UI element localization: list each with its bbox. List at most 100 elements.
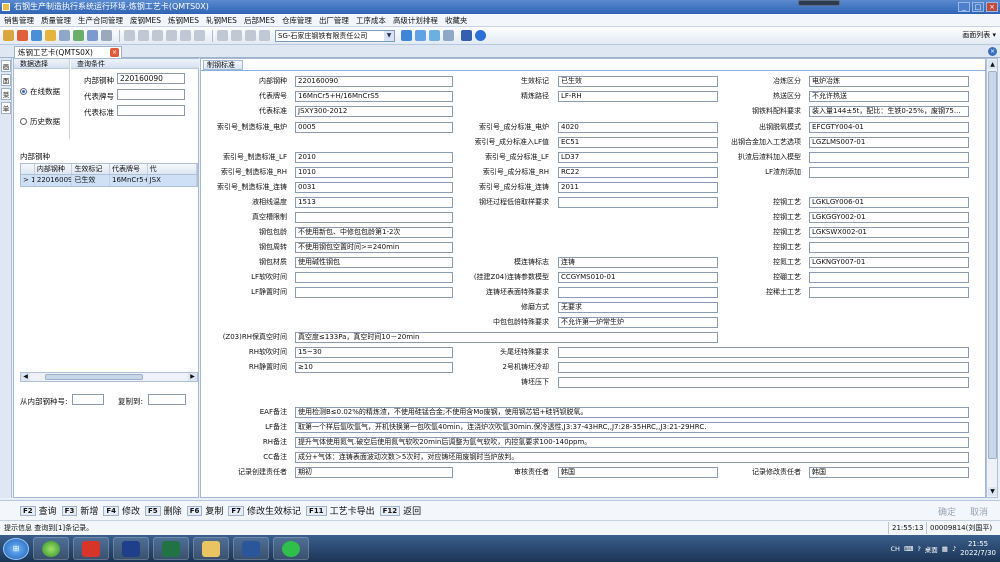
- screen-icon[interactable]: [429, 30, 440, 41]
- return-button[interactable]: F12 返回: [379, 504, 421, 517]
- field-low-sample[interactable]: [558, 197, 718, 208]
- field-liquidus-temp[interactable]: 1513: [295, 197, 453, 208]
- field-z03-rh-vacuum[interactable]: 真空度≤133Pa，真空时间10－20min: [295, 332, 718, 343]
- field-record-modifier[interactable]: 韩国: [809, 467, 969, 478]
- menu-back-mes[interactable]: 后部MES: [244, 15, 275, 26]
- taskbar-word[interactable]: [233, 537, 269, 560]
- prev-icon[interactable]: [138, 30, 149, 41]
- taskbar-app-red[interactable]: [73, 537, 109, 560]
- search-icon[interactable]: [101, 30, 112, 41]
- field-tundish-special[interactable]: 不允许第一炉常生炉: [558, 317, 718, 328]
- copy-button[interactable]: F6 复制: [186, 504, 223, 517]
- field-smelt[interactable]: 电炉冶炼: [809, 76, 969, 87]
- field-route[interactable]: LF-RH: [558, 91, 718, 102]
- field-ladle-age[interactable]: 不使用新包、中修包包龄第1-2次: [295, 227, 453, 238]
- field-control-1[interactable]: LGKLGY006-01: [809, 197, 969, 208]
- scroll-thumb[interactable]: [45, 374, 143, 380]
- network-icon[interactable]: ▦: [942, 545, 948, 553]
- vertical-menu-strip[interactable]: 画 面 菜 单: [0, 58, 12, 498]
- radio-online[interactable]: 在线数据: [20, 86, 60, 97]
- menu-sales[interactable]: 销售管理: [4, 15, 34, 26]
- delete-button[interactable]: F5 删除: [145, 504, 182, 517]
- query-button[interactable]: F2 查询: [20, 504, 57, 517]
- field-comp-cc[interactable]: 2011: [558, 182, 718, 193]
- user-icon[interactable]: [31, 30, 42, 41]
- field-lf-still[interactable]: [295, 287, 453, 298]
- taskbar-explorer[interactable]: [193, 537, 229, 560]
- book-icon[interactable]: [461, 30, 472, 41]
- field-control-rare-earth[interactable]: [809, 287, 969, 298]
- field-rh-note[interactable]: 提升气体使用氮气.破空后使用氮气软吹20min后调整为氩气软吹，内控氢要求100…: [295, 437, 969, 448]
- field-cc-mark[interactable]: 连铸: [558, 257, 718, 268]
- menu-favorites[interactable]: 收藏夹: [445, 15, 468, 26]
- menu-shipping[interactable]: 出厂管理: [319, 15, 349, 26]
- q-code-input[interactable]: 220160090: [117, 73, 185, 84]
- ime-indicator[interactable]: CH: [891, 545, 900, 553]
- menu-steel-mes[interactable]: 炼钢MES: [168, 15, 199, 26]
- field-comp-rh[interactable]: RC22: [558, 167, 718, 178]
- clock[interactable]: 21:55 2022/7/30: [960, 540, 996, 558]
- scroll-up-icon[interactable]: ▲: [988, 60, 997, 69]
- taskbar-excel[interactable]: [153, 537, 189, 560]
- help-icon[interactable]: ?: [917, 545, 920, 553]
- desktop-button[interactable]: 桌面: [925, 544, 938, 554]
- field-vacuum-slot[interactable]: [295, 212, 453, 223]
- field-hot-send[interactable]: 不允许热送: [809, 91, 969, 102]
- field-control-3[interactable]: LGKSWX002-01: [809, 227, 969, 238]
- grid-col-code[interactable]: 内部钢种: [35, 164, 73, 174]
- taskbar-app-blue[interactable]: [113, 537, 149, 560]
- pin-icon[interactable]: [3, 30, 14, 41]
- field-control-4[interactable]: [809, 242, 969, 253]
- field-inner-code[interactable]: 220160090: [295, 76, 453, 87]
- field-z04-model[interactable]: CCGYMS010-01: [558, 272, 718, 283]
- keyboard-icon[interactable]: ⌨: [904, 545, 913, 553]
- field-control-boron[interactable]: [809, 272, 969, 283]
- field-comp-lf[interactable]: LD37: [558, 152, 718, 163]
- field-idx-lf[interactable]: 2010: [295, 152, 453, 163]
- screen-list-button[interactable]: 画面列表 ▾: [962, 30, 996, 40]
- field-standard[interactable]: JSXY300-2012: [295, 106, 453, 117]
- field-comp-lf-in[interactable]: EC51: [558, 137, 718, 148]
- filter-icon[interactable]: [194, 30, 205, 41]
- field-lf-note[interactable]: 取第一个样后氩吹氩气，开机快换第一包吹氩40min，连浇炉次吹氩30min.保冷…: [295, 422, 969, 433]
- field-record-creator[interactable]: 期初: [295, 467, 453, 478]
- field-rh-blow[interactable]: 15~30: [295, 347, 453, 358]
- field-cc-note[interactable]: 成分+气体：连铸表面波动次数＞5次时，对应铸坯用废钢时当炉放判。: [295, 452, 969, 463]
- menu-rolling-mes[interactable]: 轧钢MES: [206, 15, 237, 26]
- scroll-thumb[interactable]: [988, 71, 997, 459]
- copy-from-input[interactable]: [72, 394, 104, 405]
- edit-icon[interactable]: [231, 30, 242, 41]
- stop-icon[interactable]: [17, 30, 28, 41]
- modify-effective-button[interactable]: F7 修改生效标记: [228, 504, 301, 517]
- disk-icon[interactable]: [259, 30, 270, 41]
- field-comp-furnace[interactable]: 4020: [558, 122, 718, 133]
- field-head-tail[interactable]: [558, 347, 969, 358]
- vertical-scrollbar[interactable]: ▲ ▼: [986, 58, 998, 498]
- field-tap-deox[interactable]: EFCGTY004-01: [809, 122, 969, 133]
- field-soft-reduction[interactable]: [558, 377, 969, 388]
- next-icon[interactable]: [152, 30, 163, 41]
- cancel-button[interactable]: 取消: [970, 505, 988, 518]
- copy-to-input[interactable]: [148, 394, 186, 405]
- field-grade[interactable]: 16MnCr5+H/16MnCrS5: [295, 91, 453, 102]
- web-icon[interactable]: [401, 30, 412, 41]
- menu-warehouse[interactable]: 仓库管理: [282, 15, 312, 26]
- tab-make-standard[interactable]: 制钢标准: [203, 60, 243, 70]
- start-button[interactable]: ⊞: [3, 537, 29, 560]
- minimize-icon[interactable]: _: [958, 2, 970, 12]
- export-card-button[interactable]: F11 工艺卡导出: [306, 504, 375, 517]
- q-std-input[interactable]: [117, 105, 185, 116]
- delete-icon[interactable]: [245, 30, 256, 41]
- table-row[interactable]: > 1 220160090 已生效 16MnCr5+... JSX: [20, 175, 198, 187]
- scroll-left-icon[interactable]: ◀: [21, 373, 30, 381]
- add-button[interactable]: F3 新增: [61, 504, 98, 517]
- scroll-right-icon[interactable]: ▶: [188, 373, 197, 381]
- field-cc2-cooling[interactable]: [558, 362, 969, 373]
- field-slab-surface[interactable]: [558, 287, 718, 298]
- horizontal-scrollbar[interactable]: ◀ ▶: [20, 372, 198, 382]
- save-icon[interactable]: [59, 30, 70, 41]
- menu-cost[interactable]: 工序成本: [356, 15, 386, 26]
- field-eaf-note[interactable]: 使用检测B≤0.02%的精炼渣，不使用硅锰合金;不使用含Mo废钢，使用钢芯铝+硅…: [295, 407, 969, 418]
- tab-process-card[interactable]: 炼钢工艺卡(QMTS0X) ×: [14, 46, 122, 58]
- menu-scrap-mes[interactable]: 废钢MES: [130, 15, 161, 26]
